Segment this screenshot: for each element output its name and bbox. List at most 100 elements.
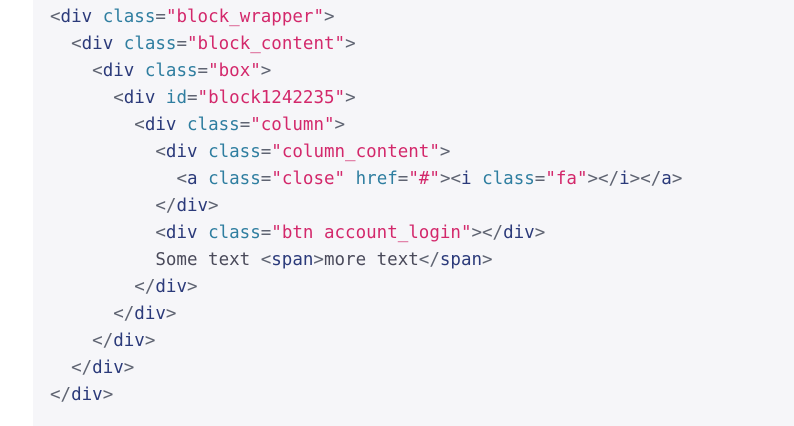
code-tag-name: div	[165, 142, 198, 162]
code-punctuation: </	[50, 385, 72, 405]
code-block: <div class="block_wrapper"> <div class="…	[33, 0, 794, 426]
code-line: <div class="box">	[50, 58, 794, 85]
code-punctuation: <	[155, 142, 166, 162]
code-tag-name: span	[439, 250, 483, 270]
code-punctuation: <	[50, 7, 61, 27]
code-tag-name: div	[176, 196, 209, 216]
code-punctuation: <	[113, 88, 124, 108]
code-attribute-value: "fa"	[545, 169, 588, 189]
code-tag-name: i	[619, 169, 630, 189]
code-attribute-name: class	[123, 34, 177, 54]
code-line: </div>	[50, 193, 794, 220]
code-line: <div class="column">	[50, 112, 794, 139]
code-tag-name: a	[186, 169, 198, 189]
code-punctuation: =	[187, 88, 198, 108]
code-attribute-value: "btn account_login"	[271, 223, 472, 243]
code-punctuation: ></	[629, 169, 662, 189]
code-attribute-value: "close"	[271, 169, 346, 189]
code-punctuation: </	[113, 304, 135, 324]
code-text: more text	[323, 250, 419, 270]
code-punctuation: >	[345, 88, 356, 108]
code-tag-name: div	[60, 7, 93, 27]
code-punctuation: ><	[439, 169, 462, 189]
code-punctuation: ></	[471, 223, 504, 243]
code-line: <a class="close" href="#"><i class="fa">…	[50, 166, 794, 193]
code-punctuation: >	[671, 169, 683, 189]
code-punctuation: >	[482, 250, 493, 270]
code-punctuation: <	[92, 61, 103, 81]
code-punctuation: >	[186, 277, 198, 297]
code-punctuation: =	[260, 223, 272, 243]
code-attribute-name: id	[165, 88, 187, 108]
code-tag-name: div	[134, 304, 166, 324]
code-punctuation: <	[155, 223, 166, 243]
code-punctuation: >	[208, 196, 219, 216]
code-line: <div class="column_content">	[50, 139, 794, 166]
code-line: <div id="block1242235">	[50, 85, 794, 112]
code-punctuation: =	[155, 7, 166, 27]
code-punctuation: >	[334, 115, 346, 135]
code-punctuation: =	[260, 142, 272, 162]
code-attribute-name: class	[144, 61, 198, 81]
code-punctuation: <	[260, 250, 272, 270]
code-tag-name: div	[71, 385, 103, 405]
code-attribute-value: "block_content"	[187, 34, 346, 54]
code-attribute-name: class	[187, 115, 240, 135]
code-attribute-name: class	[102, 7, 156, 27]
code-tag-name: div	[165, 223, 198, 243]
code-punctuation: >	[165, 304, 177, 324]
code-punctuation: =	[239, 115, 251, 135]
code-line: <div class="btn account_login"></div>	[50, 220, 794, 247]
code-attribute-value: "column"	[250, 115, 335, 135]
code-tag-name: a	[661, 169, 672, 189]
code-attribute-name: class	[208, 169, 261, 189]
code-tag-name: div	[102, 61, 135, 81]
code-line: </div>	[50, 301, 794, 328]
code-punctuation: </	[418, 250, 440, 270]
code-line: <div class="block_content">	[50, 31, 794, 58]
code-line: </div>	[50, 355, 794, 382]
code-attribute-name: class	[208, 223, 261, 243]
code-punctuation: >	[313, 250, 324, 270]
code-punctuation: =	[534, 169, 546, 189]
code-punctuation: </	[134, 277, 156, 297]
code-punctuation: >	[534, 223, 546, 243]
code-lines: <div class="block_wrapper"> <div class="…	[50, 4, 794, 409]
code-tag-name: div	[92, 358, 124, 378]
code-punctuation: <	[176, 169, 187, 189]
code-punctuation: =	[397, 169, 409, 189]
code-attribute-value: "column_content"	[271, 142, 440, 162]
code-tag-name: div	[144, 115, 177, 135]
code-line: <div class="block_wrapper">	[50, 4, 794, 31]
code-punctuation: >	[102, 385, 114, 405]
code-tag-name: div	[123, 88, 156, 108]
code-line: </div>	[50, 328, 794, 355]
code-attribute-value: "#"	[408, 169, 440, 189]
code-punctuation: >	[345, 34, 356, 54]
code-punctuation: >	[439, 142, 451, 162]
code-punctuation: >	[144, 331, 156, 351]
code-attribute-name: href	[355, 169, 398, 189]
code-line: </div>	[50, 274, 794, 301]
